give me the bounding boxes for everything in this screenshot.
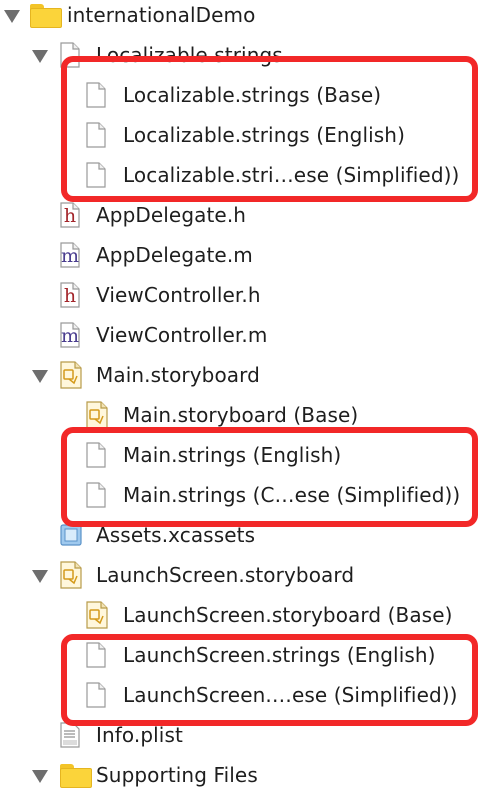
folder-icon [60, 764, 92, 788]
tree-item-label: LaunchScreen.storyboard (Base) [123, 603, 453, 627]
header-file-icon: h [60, 282, 80, 308]
highlight-box-localizable [61, 56, 478, 202]
disclosure-triangle-icon[interactable] [4, 10, 20, 23]
highlight-box-launchscreen-strings [61, 634, 478, 726]
implementation-file-icon: m [60, 322, 80, 348]
tree-row-supporting-files[interactable]: Supporting Files [0, 755, 488, 795]
tree-item-label: Supporting Files [96, 763, 258, 787]
tree-row-internationaldemo[interactable]: internationalDemo [0, 0, 488, 35]
disclosure-triangle-icon[interactable] [32, 370, 48, 383]
disclosure-triangle-icon[interactable] [32, 770, 48, 783]
implementation-file-icon: m [60, 242, 80, 268]
tree-row-launchscreen-storyboard-base[interactable]: LaunchScreen.storyboard (Base) [0, 595, 488, 635]
tree-row-viewcontroller-h[interactable]: h ViewController.h [0, 275, 488, 315]
tree-item-label: Info.plist [96, 723, 183, 747]
tree-item-label: AppDelegate.m [96, 243, 253, 267]
storyboard-icon [86, 401, 108, 429]
tree-item-label: LaunchScreen.storyboard [96, 563, 355, 587]
disclosure-triangle-icon[interactable] [32, 570, 48, 583]
storyboard-icon [60, 361, 82, 389]
tree-row-appdelegate-m[interactable]: m AppDelegate.m [0, 235, 488, 275]
disclosure-triangle-icon[interactable] [32, 50, 48, 63]
highlight-box-main-strings [61, 427, 478, 527]
tree-item-label: ViewController.h [96, 283, 261, 307]
storyboard-icon [60, 561, 82, 589]
storyboard-icon [86, 601, 108, 629]
header-file-icon: h [60, 202, 80, 228]
folder-icon [30, 4, 62, 28]
tree-item-label: AppDelegate.h [96, 203, 247, 227]
tree-row-main-storyboard[interactable]: Main.storyboard [0, 355, 488, 395]
tree-item-label: Main.storyboard [96, 363, 260, 387]
tree-item-label: ViewController.m [96, 323, 268, 347]
tree-item-label: internationalDemo [67, 3, 256, 27]
tree-row-launchscreen-storyboard[interactable]: LaunchScreen.storyboard [0, 555, 488, 595]
tree-row-viewcontroller-m[interactable]: m ViewController.m [0, 315, 488, 355]
tree-item-label: Main.storyboard (Base) [123, 403, 359, 427]
